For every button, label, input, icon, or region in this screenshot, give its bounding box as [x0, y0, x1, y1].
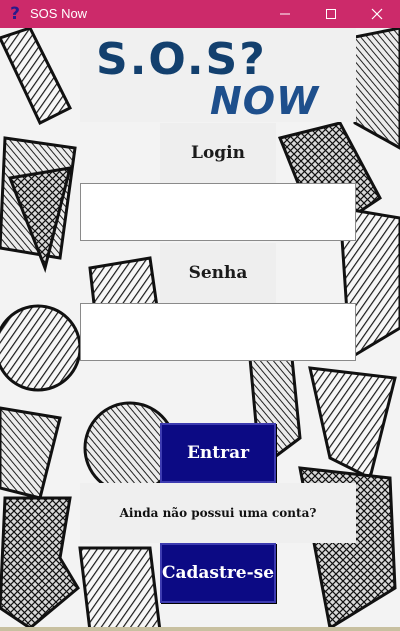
minimize-icon — [280, 13, 290, 15]
minimize-button[interactable] — [262, 0, 308, 28]
login-submit-button[interactable]: Entrar — [160, 423, 276, 483]
logo-graphic: S.O.S? NOW — [96, 34, 320, 123]
close-icon — [371, 8, 383, 20]
no-account-text: Ainda não possui uma conta? — [80, 483, 356, 543]
window-bottom-edge — [0, 627, 400, 631]
maximize-button[interactable] — [308, 0, 354, 28]
login-input[interactable] — [80, 183, 356, 241]
title-bar: ? SOS Now — [0, 0, 400, 28]
login-label: Login — [160, 123, 276, 183]
logo-text-line1: S.O.S? — [96, 34, 267, 85]
password-input[interactable] — [80, 303, 356, 361]
register-button[interactable]: Cadastre-se — [160, 543, 276, 603]
close-button[interactable] — [354, 0, 400, 28]
maximize-icon — [326, 9, 336, 19]
window-content: S.O.S? NOW Login Senha Entrar Ainda não … — [0, 28, 400, 631]
app-question-mark-icon: ? — [10, 4, 20, 24]
logo-text-line2: NOW — [210, 79, 320, 122]
sos-now-logo: S.O.S? NOW — [80, 28, 356, 123]
password-label: Senha — [160, 243, 276, 303]
window-title: SOS Now — [30, 6, 88, 21]
